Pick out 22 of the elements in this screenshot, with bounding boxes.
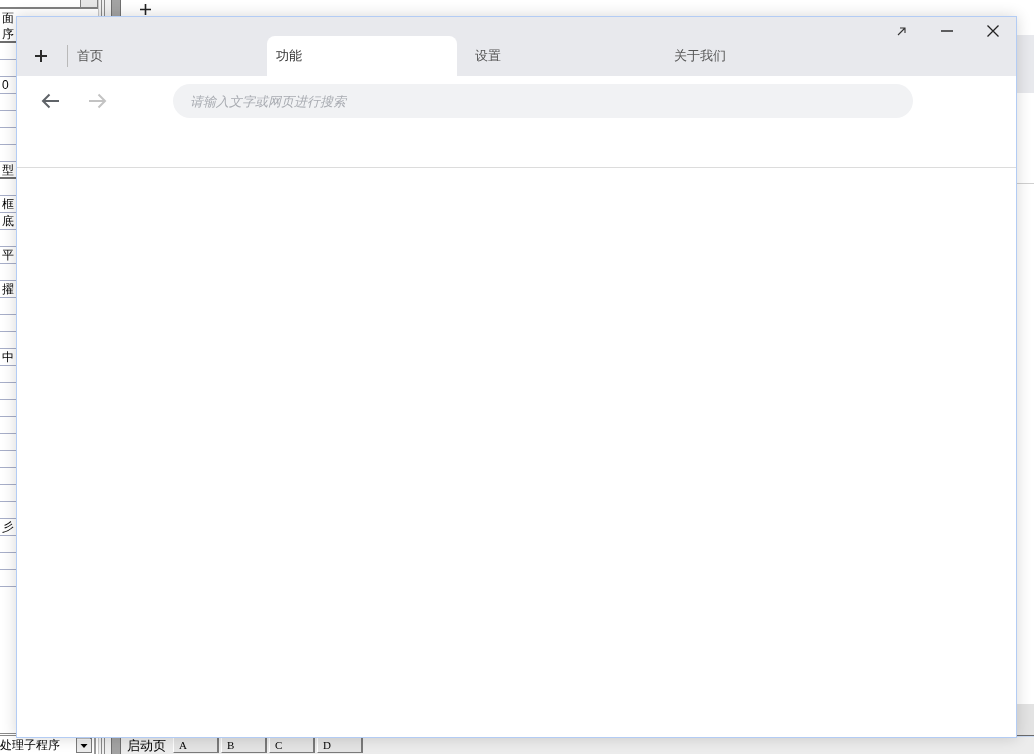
- property-name: 中: [1, 350, 14, 364]
- close-icon: [987, 25, 999, 37]
- property-name: 擢: [1, 282, 14, 296]
- property-name: 底: [1, 214, 14, 228]
- forward-arrow-icon: [89, 93, 107, 109]
- plus-icon: [35, 50, 47, 62]
- property-name: 序: [1, 26, 14, 41]
- diagonal-arrow-icon: [896, 26, 906, 36]
- back-arrow-icon: [41, 93, 59, 109]
- search-field[interactable]: 请输入文字或网页进行搜索: [173, 84, 913, 118]
- property-name: 面: [1, 10, 14, 25]
- property-name: 0: [1, 78, 9, 92]
- property-name: 彡: [1, 520, 14, 534]
- dropdown[interactable]: 处理子程序: [0, 736, 96, 754]
- minimize-icon: [941, 30, 953, 32]
- property-name: 框: [1, 197, 14, 211]
- tab[interactable]: 功能: [267, 36, 457, 76]
- property-name: 型: [1, 162, 14, 177]
- splitter-handle[interactable]: [98, 0, 121, 16]
- splitter-handle[interactable]: [98, 738, 121, 754]
- plus-icon[interactable]: [140, 4, 151, 15]
- property-name: 平: [1, 248, 14, 262]
